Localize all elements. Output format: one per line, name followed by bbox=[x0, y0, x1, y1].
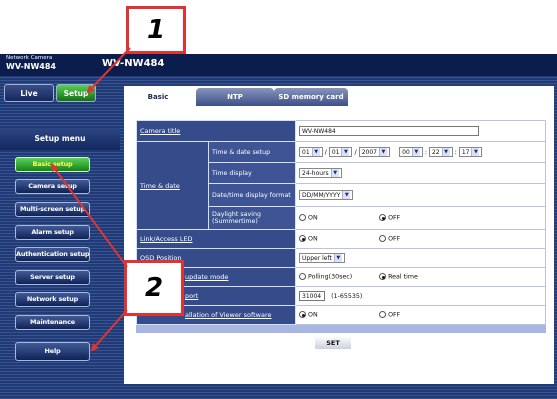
tab-basic[interactable]: Basic bbox=[126, 88, 190, 108]
port-range: (1-65535) bbox=[331, 292, 363, 300]
time-date-label: Time & date bbox=[136, 141, 209, 230]
time-display-label: Time display bbox=[208, 162, 296, 184]
menu-server-setup[interactable]: Server setup bbox=[15, 270, 90, 285]
radio-icon bbox=[379, 311, 387, 319]
basic-settings-form: Camera title WV-NW484 Time & date Time &… bbox=[136, 120, 546, 333]
radio-icon bbox=[379, 235, 387, 243]
brand-model: WV-NW484 bbox=[6, 62, 56, 71]
port-input[interactable]: 31004 bbox=[299, 291, 325, 301]
chevron-down-icon: ▼ bbox=[411, 148, 420, 156]
year-select[interactable]: 2007 ▼ bbox=[358, 147, 390, 157]
tab-ntp[interactable]: NTP bbox=[196, 88, 274, 106]
daylight-saving-label: Daylight saving (Summertime) bbox=[208, 206, 296, 230]
link-led-label: Link/Access LED bbox=[136, 229, 296, 249]
menu-alarm-setup[interactable]: Alarm setup bbox=[15, 225, 90, 240]
time-display-select[interactable]: 24-hours ▼ bbox=[299, 168, 342, 178]
real-time-option[interactable]: Real time bbox=[379, 273, 418, 281]
time-date-setup-cell: 01 ▼/01 ▼/2007 ▼ 00 ▼:22 ▼:17 ▼ bbox=[295, 141, 546, 163]
dst-off-option[interactable]: OFF bbox=[379, 214, 400, 222]
chevron-down-icon: ▼ bbox=[330, 169, 339, 177]
chevron-down-icon: ▼ bbox=[311, 148, 320, 156]
chevron-down-icon: ▼ bbox=[342, 191, 351, 199]
chevron-down-icon: ▼ bbox=[378, 148, 387, 156]
menu-maintenance[interactable]: Maintenance bbox=[15, 315, 90, 330]
link-led-on-option[interactable]: ON bbox=[299, 235, 377, 243]
radio-selected-icon bbox=[299, 235, 306, 243]
help-button[interactable]: Help bbox=[15, 342, 90, 361]
menu-authentication-setup[interactable]: Authentication setup bbox=[15, 247, 90, 262]
menu-basic-setup[interactable]: Basic setup bbox=[15, 157, 90, 172]
viewer-on-option[interactable]: ON bbox=[299, 311, 377, 319]
settings-table: Camera title WV-NW484 Time & date Time &… bbox=[136, 120, 546, 325]
callout-step-2: 2 bbox=[124, 260, 184, 316]
set-button[interactable]: SET bbox=[314, 336, 352, 350]
chevron-down-icon: ▼ bbox=[333, 254, 342, 262]
chevron-down-icon: ▼ bbox=[471, 148, 480, 156]
menu-multi-screen-setup[interactable]: Multi-screen setup bbox=[15, 202, 90, 217]
camera-title-label: Camera title bbox=[136, 120, 296, 142]
chevron-down-icon: ▼ bbox=[441, 148, 450, 156]
radio-selected-icon bbox=[379, 273, 387, 281]
camera-title-cell: WV-NW484 bbox=[295, 120, 546, 142]
header-bar bbox=[0, 54, 557, 76]
polling-option[interactable]: Polling(30sec) bbox=[299, 273, 377, 281]
second-select[interactable]: 17 ▼ bbox=[458, 147, 483, 157]
minute-select[interactable]: 22 ▼ bbox=[428, 147, 453, 157]
tab-sd-memory-card[interactable]: SD memory card bbox=[274, 88, 348, 106]
menu-network-setup[interactable]: Network setup bbox=[15, 292, 90, 307]
radio-selected-icon bbox=[379, 214, 387, 222]
setup-menu-title: Setup menu bbox=[0, 128, 120, 150]
hour-select[interactable]: 00 ▼ bbox=[399, 147, 423, 157]
day-select[interactable]: 01 ▼ bbox=[328, 147, 353, 157]
time-date-setup-label: Time & date setup bbox=[208, 141, 296, 163]
dst-on-option[interactable]: ON bbox=[299, 214, 377, 222]
link-led-off-option[interactable]: OFF bbox=[379, 235, 400, 243]
radio-selected-icon bbox=[299, 311, 306, 319]
date-format-label: Date/time display format bbox=[208, 183, 296, 207]
setup-tab[interactable]: Setup bbox=[56, 84, 96, 102]
live-tab[interactable]: Live bbox=[4, 84, 54, 102]
osd-position-select[interactable]: Upper left ▼ bbox=[299, 253, 345, 263]
screenshot-root: { "header": { "brand_small": "Network Ca… bbox=[0, 0, 557, 399]
chevron-down-icon: ▼ bbox=[341, 148, 350, 156]
callout-step-1: 1 bbox=[126, 6, 186, 54]
menu-camera-setup[interactable]: Camera setup bbox=[15, 179, 90, 194]
month-select[interactable]: 01 ▼ bbox=[299, 147, 323, 157]
camera-title-input[interactable]: WV-NW484 bbox=[299, 126, 479, 136]
date-format-select[interactable]: DD/MM/YYYY ▼ bbox=[299, 190, 354, 200]
brand-caption: Network Camera bbox=[6, 55, 53, 61]
radio-icon bbox=[299, 273, 306, 281]
radio-icon bbox=[299, 214, 306, 222]
product-name: WV-NW484 bbox=[102, 58, 165, 69]
viewer-off-option[interactable]: OFF bbox=[379, 311, 400, 319]
